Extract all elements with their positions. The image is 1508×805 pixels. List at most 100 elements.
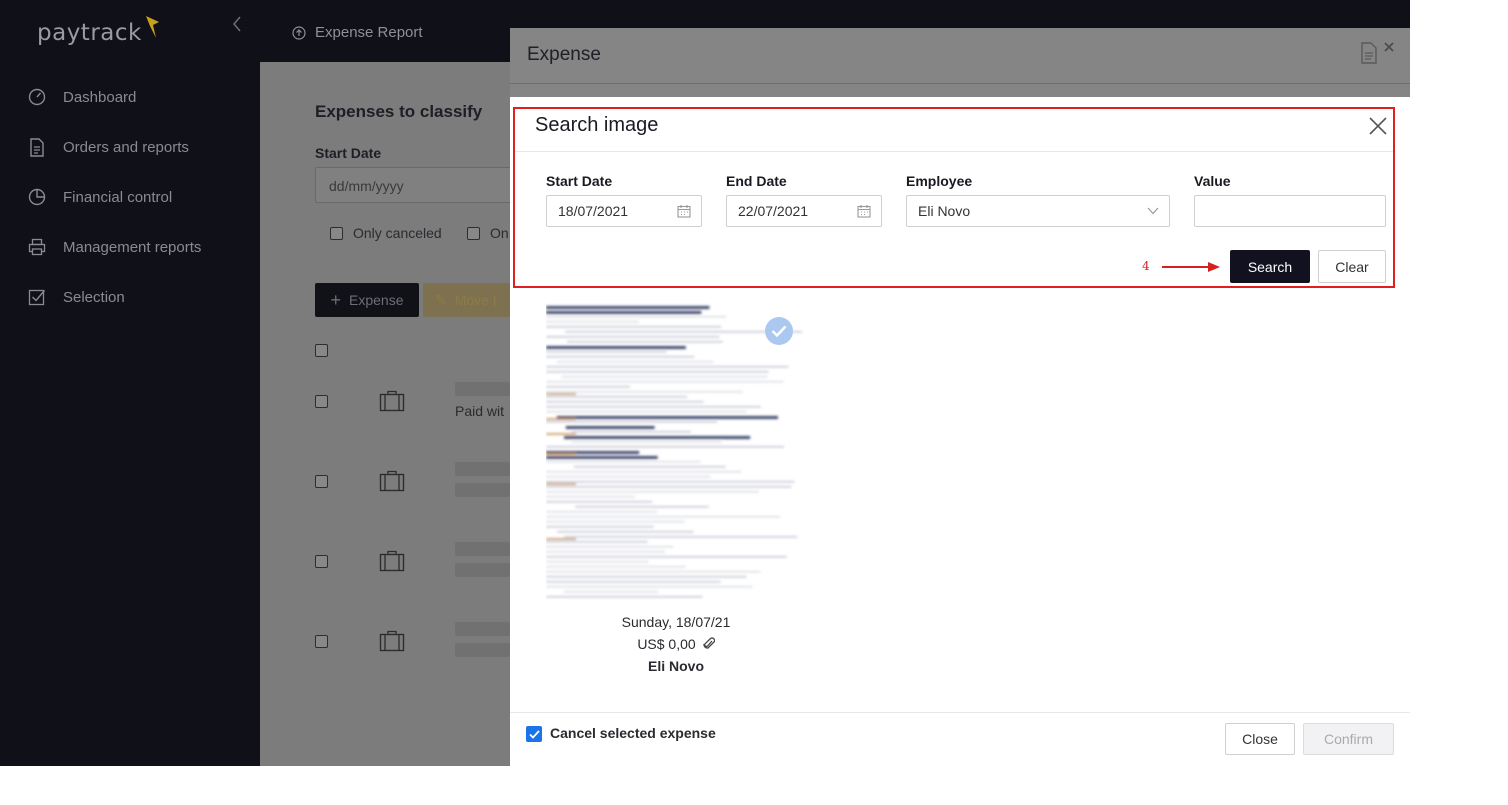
chevron-down-icon [1147,207,1159,215]
logo-mark-icon [145,16,159,38]
receipt-line [546,546,674,548]
briefcase-icon [379,550,405,572]
sidebar-item-orders-and-reports[interactable]: Orders and reports [26,122,201,172]
sidebar-item-dashboard[interactable]: Dashboard [26,72,201,122]
start-date-input[interactable]: dd/mm/yyyy [315,167,515,203]
receipt-line [546,366,789,368]
page-heading: Expenses to classify [315,102,483,121]
sidebar-nav: Dashboard Orders and reports Financial c… [26,72,201,322]
move-button[interactable]: ✎ Move t [423,283,523,317]
receipt-line [546,496,635,498]
placeholder-bar [455,382,510,396]
calendar-icon[interactable] [857,204,871,218]
paperclip-icon[interactable] [703,637,715,651]
employee-select[interactable]: Eli Novo [906,195,1170,227]
receipt-line [546,316,727,318]
receipt-line [575,506,709,508]
add-expense-button[interactable]: + Expense [315,283,419,317]
briefcase-icon [379,630,405,652]
result-value: US$ 0,00 [637,636,696,652]
receipt-line [571,441,722,443]
receipt-line [546,596,703,598]
second-filter[interactable]: On [467,225,509,241]
selected-check-icon[interactable] [765,317,793,345]
sidebar-item-label: Management reports [63,238,202,256]
receipt-line [546,351,667,353]
start-date-value: 18/07/2021 [558,203,629,219]
receipt-line [546,481,795,483]
placeholder-bar [455,643,510,657]
result-value-row: US$ 0,00 [546,636,806,652]
close-button[interactable]: Close [1225,723,1295,755]
paid-with-text: Paid wit [455,403,505,419]
receipt-line [546,566,686,568]
receipt-line [546,396,688,398]
end-date-field[interactable]: 22/07/2021 [726,195,882,227]
start-date-field[interactable]: 18/07/2021 [546,195,702,227]
value-input[interactable] [1194,195,1386,227]
receipt-line [546,381,784,383]
select-all-checkbox[interactable] [315,344,328,357]
second-filter-checkbox[interactable] [467,226,480,240]
receipt-line [546,446,785,448]
collapse-sidebar-chevron-icon[interactable] [232,16,242,37]
row-checkbox[interactable] [315,635,328,648]
clear-button[interactable]: Clear [1318,250,1386,283]
receipt-line [546,456,658,459]
employee-value: Eli Novo [918,203,971,219]
end-date-label: End Date [726,173,787,189]
checkbox-icon [26,286,48,308]
receipt-line [565,426,655,429]
row-checkbox[interactable] [315,555,328,568]
paytrack-logo[interactable]: paytrack [37,14,160,46]
breadcrumb[interactable]: Expense Report [292,24,423,41]
receipt-line [566,341,723,343]
cancel-selected-checkbox[interactable] [526,726,542,742]
receipt-line [564,536,798,538]
receipt-thumbnail[interactable] [546,302,804,602]
receipt-line [546,516,781,518]
start-date-label: Start Date [546,173,613,189]
employee-label: Employee [906,173,973,189]
receipt-line [546,551,666,553]
sidebar-item-label: Orders and reports [63,138,189,156]
result-employee: Eli Novo [647,658,704,674]
pencil-icon: ✎ [435,291,447,308]
row-checkbox[interactable] [315,475,328,488]
receipt-line [546,571,761,573]
receipt-line [557,531,694,533]
sidebar-item-selection[interactable]: Selection [26,272,201,322]
only-canceled-checkbox[interactable] [330,226,343,240]
placeholder-bar [455,542,510,556]
receipt-line [546,406,761,408]
sidebar-item-financial-control[interactable]: Financial control [26,172,201,222]
close-icon[interactable] [1367,115,1389,137]
close-icon[interactable] [1384,42,1394,52]
sidebar-item-management-reports[interactable]: Management reports [26,222,201,272]
receipt-mark [546,393,576,395]
receipt-line [546,576,747,578]
expense-modal-title: Expense [527,44,601,65]
calendar-icon[interactable] [677,204,691,218]
receipt-line [564,436,751,439]
breadcrumb-label: Expense Report [315,24,423,41]
receipt-line [546,491,760,493]
document-icon[interactable] [1360,42,1378,64]
receipt-line [546,386,631,388]
receipt-mark [546,453,576,455]
row-checkbox[interactable] [315,395,328,408]
receipt-mark [546,538,576,540]
divider [510,712,1410,713]
upload-circle-icon [292,25,306,40]
divider [515,151,1393,152]
cancel-selected-label[interactable]: Cancel selected expense [550,725,716,741]
placeholder-bar [455,462,510,476]
printer-icon [26,236,48,258]
step-number-annotation: 4 [1142,259,1150,273]
only-canceled-filter[interactable]: Only canceled [330,225,442,241]
receipt-line [546,311,702,314]
search-button[interactable]: Search [1230,250,1310,283]
confirm-button[interactable]: Confirm [1303,723,1394,755]
pie-chart-icon [26,186,48,208]
receipt-mark [546,433,576,435]
